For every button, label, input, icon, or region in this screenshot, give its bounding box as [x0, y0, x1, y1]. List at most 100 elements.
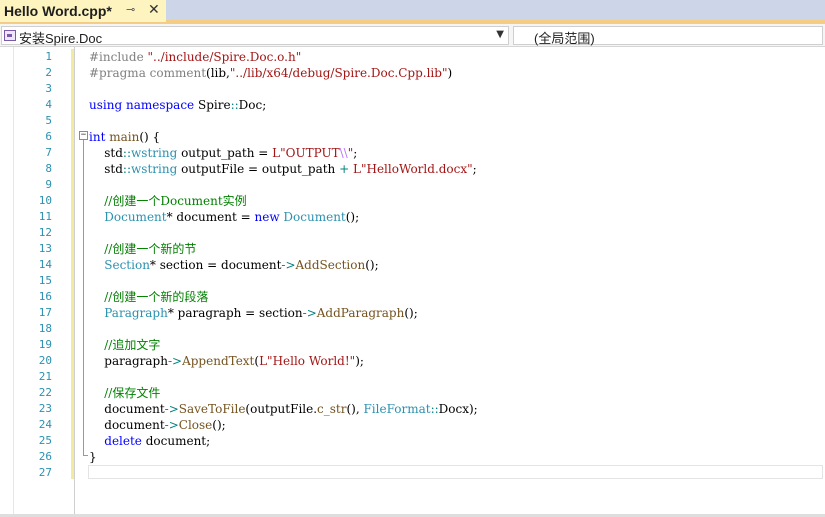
- line-number: 24: [38, 418, 52, 431]
- line-number: 21: [38, 370, 52, 383]
- code-token: int: [89, 130, 106, 144]
- code-token: delete: [104, 434, 142, 448]
- code-token: ->: [302, 306, 317, 320]
- code-token: //追加文字: [89, 338, 161, 352]
- line-number: 15: [38, 274, 52, 287]
- code-token: paragraph: [89, 354, 168, 368]
- code-line[interactable]: [89, 369, 819, 385]
- code-token: new: [254, 210, 280, 224]
- code-line[interactable]: [89, 113, 819, 129]
- code-token: FileFormat: [363, 402, 431, 416]
- code-line[interactable]: [89, 321, 819, 337]
- tab-hello-word-cpp[interactable]: Hello Word.cpp* ⊸ ✕: [0, 0, 166, 24]
- line-number: 19: [38, 338, 52, 351]
- code-line[interactable]: //创建一个新的节: [89, 241, 819, 257]
- project-scope-dropdown[interactable]: 安装Spire.Doc ▼: [1, 26, 509, 46]
- code-line[interactable]: //创建一个Document实例: [89, 193, 819, 209]
- code-token: "../include/Spire.Doc.o.h": [147, 50, 302, 64]
- line-number: 4: [45, 98, 52, 111]
- line-number: 12: [38, 226, 52, 239]
- code-line[interactable]: [89, 465, 819, 481]
- code-token: * document =: [166, 210, 255, 224]
- collapse-icon[interactable]: −: [79, 131, 88, 140]
- code-line[interactable]: std::wstring outputFile = output_path + …: [89, 161, 819, 177]
- code-token: * paragraph = section: [167, 306, 303, 320]
- code-line[interactable]: [89, 273, 819, 289]
- line-number: 2: [45, 66, 52, 79]
- code-token: "../lib/x64/debug/Spire.Doc.Cpp.lib": [229, 66, 448, 80]
- code-token: Paragraph: [104, 306, 168, 320]
- code-line[interactable]: [89, 177, 819, 193]
- line-number: 10: [38, 194, 52, 207]
- code-token: std: [89, 146, 123, 160]
- code-line[interactable]: Document* document = new Document();: [89, 209, 819, 225]
- code-token: #include: [89, 50, 148, 64]
- code-token: Close: [178, 418, 213, 432]
- line-number: 22: [38, 386, 52, 399]
- code-line[interactable]: [89, 81, 819, 97]
- code-line[interactable]: std::wstring output_path = L"OUTPUT\\";: [89, 145, 819, 161]
- code-line[interactable]: delete document;: [89, 433, 819, 449]
- code-token: document: [89, 418, 165, 432]
- code-token: main: [109, 130, 140, 144]
- close-icon[interactable]: ✕: [148, 2, 160, 18]
- code-token: Docx);: [438, 402, 478, 416]
- code-token: std: [89, 162, 123, 176]
- line-number: 7: [45, 146, 52, 159]
- code-token: AppendText: [182, 354, 255, 368]
- chevron-down-icon[interactable]: ▼: [496, 29, 504, 40]
- code-line[interactable]: document->SaveToFile(outputFile.c_str(),…: [89, 401, 819, 417]
- code-line[interactable]: //追加文字: [89, 337, 819, 353]
- line-number: 18: [38, 322, 52, 335]
- code-line[interactable]: using namespace Spire::Doc;: [89, 97, 819, 113]
- pin-icon[interactable]: ⊸: [126, 3, 135, 16]
- code-token: //保存文件: [89, 386, 161, 400]
- tab-bar: Hello Word.cpp* ⊸ ✕: [0, 0, 825, 24]
- line-number: 20: [38, 354, 52, 367]
- code-token: wstring: [131, 162, 178, 176]
- code-token: namespace: [125, 98, 195, 112]
- member-scope-label: (全局范围): [534, 31, 595, 46]
- code-line[interactable]: //创建一个新的段落: [89, 289, 819, 305]
- code-editor[interactable]: 1 2 3 4 5 6 7 8 9 10 11 12 13 14 15 16 17 18 19 20 21 22 23 24 2…: [0, 47, 825, 517]
- code-token: using: [89, 98, 123, 112]
- code-line[interactable]: [89, 225, 819, 241]
- code-line[interactable]: int main() {: [89, 129, 819, 145]
- code-token: ::: [230, 98, 239, 112]
- code-line[interactable]: //保存文件: [89, 385, 819, 401]
- gutter-divider: [74, 47, 75, 517]
- line-number: 9: [45, 178, 52, 191]
- code-token: AddParagraph: [316, 306, 405, 320]
- member-scope-dropdown[interactable]: (全局范围): [513, 26, 823, 46]
- code-token: Spire: [194, 98, 231, 112]
- code-token: ->: [281, 258, 296, 272]
- code-line[interactable]: }: [89, 449, 819, 465]
- code-line[interactable]: #include "../include/Spire.Doc.o.h": [89, 49, 819, 65]
- line-number: 16: [38, 290, 52, 303]
- code-token: ::: [430, 402, 439, 416]
- code-line[interactable]: paragraph->AppendText(L"Hello World!");: [89, 353, 819, 369]
- code-line[interactable]: document->Close();: [89, 417, 819, 433]
- line-number: 23: [38, 402, 52, 415]
- code-token: //创建一个新的段落: [89, 290, 209, 304]
- code-text[interactable]: #include "../include/Spire.Doc.o.h" #prag…: [89, 49, 819, 481]
- line-number: 17: [38, 306, 52, 319]
- code-token: Document: [283, 210, 346, 224]
- code-token: ::: [122, 162, 132, 176]
- code-token: );: [355, 354, 364, 368]
- code-line[interactable]: Paragraph* paragraph = section->AddParag…: [89, 305, 819, 321]
- code-line[interactable]: #pragma comment(lib,"../lib/x64/debug/Sp…: [89, 65, 819, 81]
- code-token: //创建一个新的节: [89, 242, 197, 256]
- code-line[interactable]: Section* section = document->AddSection(…: [89, 257, 819, 273]
- project-scope-label: 安装Spire.Doc: [19, 31, 103, 46]
- line-number: 13: [38, 242, 52, 255]
- code-token: ): [447, 66, 453, 80]
- code-token: wstring: [131, 146, 178, 160]
- code-token: #pragma comment: [89, 66, 207, 80]
- code-token: (lib,: [206, 66, 230, 80]
- outline-guide: [83, 140, 84, 455]
- code-token: Section: [104, 258, 150, 272]
- line-number: 3: [45, 82, 52, 95]
